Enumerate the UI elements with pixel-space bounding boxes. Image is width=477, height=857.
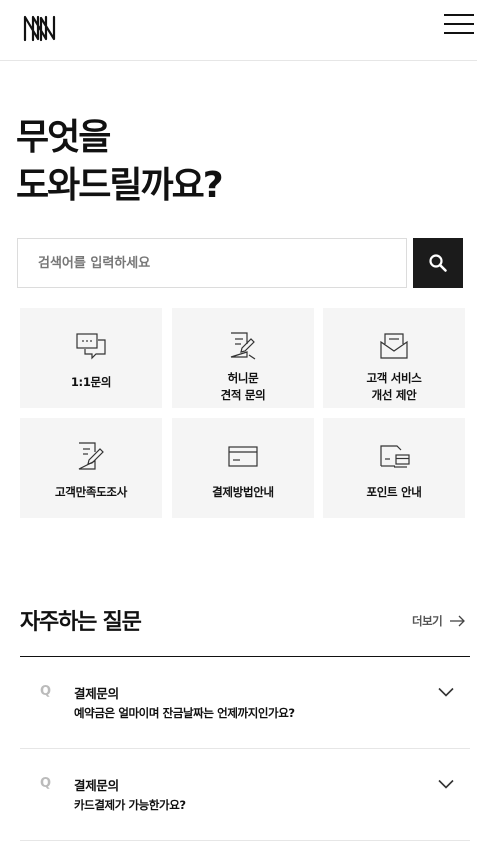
- tile-payment-methods[interactable]: 결제방법안내: [172, 418, 314, 518]
- tile-points-guide[interactable]: 포인트 안내: [323, 418, 465, 518]
- question-marker: Q: [40, 776, 52, 791]
- search-icon: [429, 254, 447, 272]
- tile-label: 고객 서비스 개선 제안: [366, 371, 422, 402]
- folder-card-icon: [380, 445, 410, 468]
- faq-section-title: 자주하는 질문: [20, 610, 142, 635]
- search-input[interactable]: [18, 239, 406, 287]
- faq-category: 결제문의: [74, 686, 119, 701]
- tile-satisfaction-survey[interactable]: 고객만족도조사: [20, 418, 162, 518]
- n-logo-icon[interactable]: [22, 13, 58, 43]
- chevron-down-icon[interactable]: [438, 687, 454, 697]
- page-title-line1: 무엇을: [16, 117, 111, 158]
- question-marker: Q: [40, 684, 52, 699]
- faq-more-link[interactable]: 더보기: [412, 612, 466, 630]
- search-box: [17, 238, 407, 288]
- chevron-down-icon[interactable]: [438, 779, 454, 789]
- hamburger-menu-icon[interactable]: [444, 14, 476, 36]
- faq-item[interactable]: Q 결제문의 카드결제가 가능한가요?: [20, 749, 470, 841]
- tile-label: 포인트 안내: [366, 485, 422, 499]
- tile-service-suggestion[interactable]: 고객 서비스 개선 제안: [323, 308, 465, 408]
- menu-line: [444, 32, 474, 34]
- tile-label: 결제방법안내: [212, 485, 274, 499]
- credit-card-icon: [228, 446, 258, 467]
- tile-honeymoon-quote[interactable]: 허니문 견적 문의: [172, 308, 314, 408]
- faq-category: 결제문의: [74, 778, 119, 793]
- chat-bubbles-icon: [76, 333, 106, 360]
- menu-line: [444, 14, 474, 16]
- document-pen-icon: [230, 332, 256, 360]
- page-title: 무엇을 도와드릴까요?: [16, 114, 224, 210]
- tile-one-on-one-inquiry[interactable]: 1:1문의: [20, 308, 162, 408]
- open-envelope-icon: [380, 333, 408, 359]
- menu-line: [444, 23, 474, 25]
- tile-label: 1:1문의: [70, 375, 112, 389]
- faq-item[interactable]: Q 결제문의 예약금은 얼마이며 잔금날짜는 언제까지인가요?: [20, 657, 470, 749]
- tile-label: 허니문 견적 문의: [220, 371, 266, 402]
- service-grid: 1:1문의 허니문 견적 문의 고객 서비스 개선 제안 고객만족도조사 결제방…: [20, 308, 465, 518]
- site-header: [0, 0, 477, 61]
- faq-question: 카드결제가 가능한가요?: [74, 798, 186, 812]
- clipboard-pen-icon: [78, 442, 104, 470]
- tile-label: 고객만족도조사: [55, 485, 127, 499]
- faq-question: 예약금은 얼마이며 잔금날짜는 언제까지인가요?: [74, 706, 295, 720]
- faq-list: Q 결제문의 예약금은 얼마이며 잔금날짜는 언제까지인가요? Q 결제문의 카…: [20, 656, 470, 841]
- more-link-label: 더보기: [412, 614, 443, 628]
- search-button[interactable]: [413, 238, 463, 288]
- page-title-line2: 도와드릴까요?: [16, 165, 224, 206]
- arrow-right-icon: [450, 615, 466, 627]
